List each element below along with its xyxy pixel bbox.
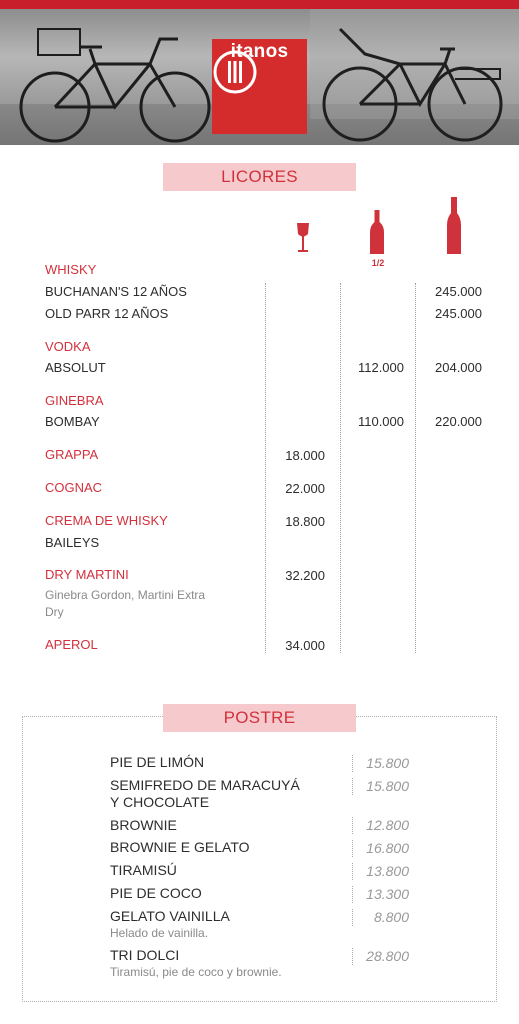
price-old-parr-bottle: 245.000 [435, 306, 482, 321]
column-divider-bottle [415, 283, 416, 653]
category-grappa: GRAPPA [45, 447, 99, 462]
price-cognac-glass: 22.000 [285, 481, 325, 496]
price-dry-martini-glass: 32.200 [285, 568, 325, 583]
category-dry-martini: DRY MARTINI [45, 567, 129, 582]
category-aperol: APEROL [45, 637, 98, 652]
item-baileys: BAILEYS [45, 535, 100, 550]
item-absolut: ABSOLUT [45, 360, 106, 375]
price-absolut-half: 112.000 [357, 360, 404, 375]
licores-heading: LICORES [163, 163, 356, 191]
item-old-parr: OLD PARR 12 AÑOS [45, 306, 169, 321]
dessert-semifredo-line2: Y CHOCOLATE [110, 794, 210, 810]
item-buchanans: BUCHANAN'S 12 AÑOS [45, 284, 187, 299]
bottle-icon [447, 197, 461, 254]
price-absolut-bottle: 204.000 [435, 360, 482, 375]
dessert-price-brownie: 12.800 [352, 817, 409, 834]
price-aperol-glass: 34.000 [285, 638, 325, 653]
category-whisky: WHISKY [45, 262, 97, 277]
dessert-brownie-e-gelato: BROWNIE E GELATO [110, 839, 250, 855]
price-bombay-bottle: 220.000 [435, 414, 482, 429]
dessert-gelato-vainilla: GELATO VAINILLA [110, 908, 230, 924]
header-photo-bicycles: itanos [0, 9, 519, 145]
dessert-price-semifredo: 15.800 [352, 778, 409, 795]
half-bottle-label: 1/2 [371, 258, 385, 268]
dessert-semifredo: SEMIFREDO DE MARACUYÁ [110, 777, 300, 793]
dessert-price-pie-de-coco: 13.300 [352, 886, 409, 903]
price-grappa-glass: 18.000 [285, 448, 325, 463]
price-crema-de-whisky-glass: 18.800 [285, 514, 325, 529]
category-vodka: VODKA [45, 339, 91, 354]
dessert-tiramisu: TIRAMISÚ [110, 862, 177, 878]
column-divider-half [340, 283, 341, 653]
half-bottle-icon [370, 210, 384, 254]
price-buchanans-bottle: 245.000 [435, 284, 482, 299]
dessert-brownie: BROWNIE [110, 817, 177, 833]
logo-columns-icon [213, 50, 257, 94]
wine-glass-icon [297, 223, 309, 252]
dessert-price-gelato-vainilla: 8.800 [352, 909, 409, 926]
dessert-price-pie-de-limon: 15.800 [352, 755, 409, 772]
price-bombay-half: 110.000 [357, 414, 404, 429]
postre-frame [22, 716, 497, 1002]
dessert-price-tri-dolci: 28.800 [352, 948, 409, 965]
dessert-price-brownie-e-gelato: 16.800 [352, 840, 409, 857]
dessert-pie-de-coco: PIE DE COCO [110, 885, 202, 901]
category-ginebra: GINEBRA [45, 393, 104, 408]
top-accent-strip [0, 0, 519, 9]
dessert-gelato-vainilla-description: Helado de vainilla. [110, 926, 209, 940]
dessert-pie-de-limon: PIE DE LIMÓN [110, 754, 205, 770]
item-bombay: BOMBAY [45, 414, 100, 429]
column-divider-glass [265, 283, 266, 653]
category-crema-de-whisky: CREMA DE WHISKY [45, 513, 168, 528]
category-cognac: COGNAC [45, 480, 103, 495]
dessert-tri-dolci-description: Tiramisú, pie de coco y brownie. [110, 965, 282, 979]
postre-heading: POSTRE [163, 704, 356, 732]
brand-logo: itanos [212, 39, 307, 134]
dessert-tri-dolci: TRI DOLCI [110, 947, 180, 963]
dessert-price-tiramisu: 13.800 [352, 863, 409, 880]
dry-martini-description: Ginebra Gordon, Martini Extra Dry [45, 588, 206, 619]
